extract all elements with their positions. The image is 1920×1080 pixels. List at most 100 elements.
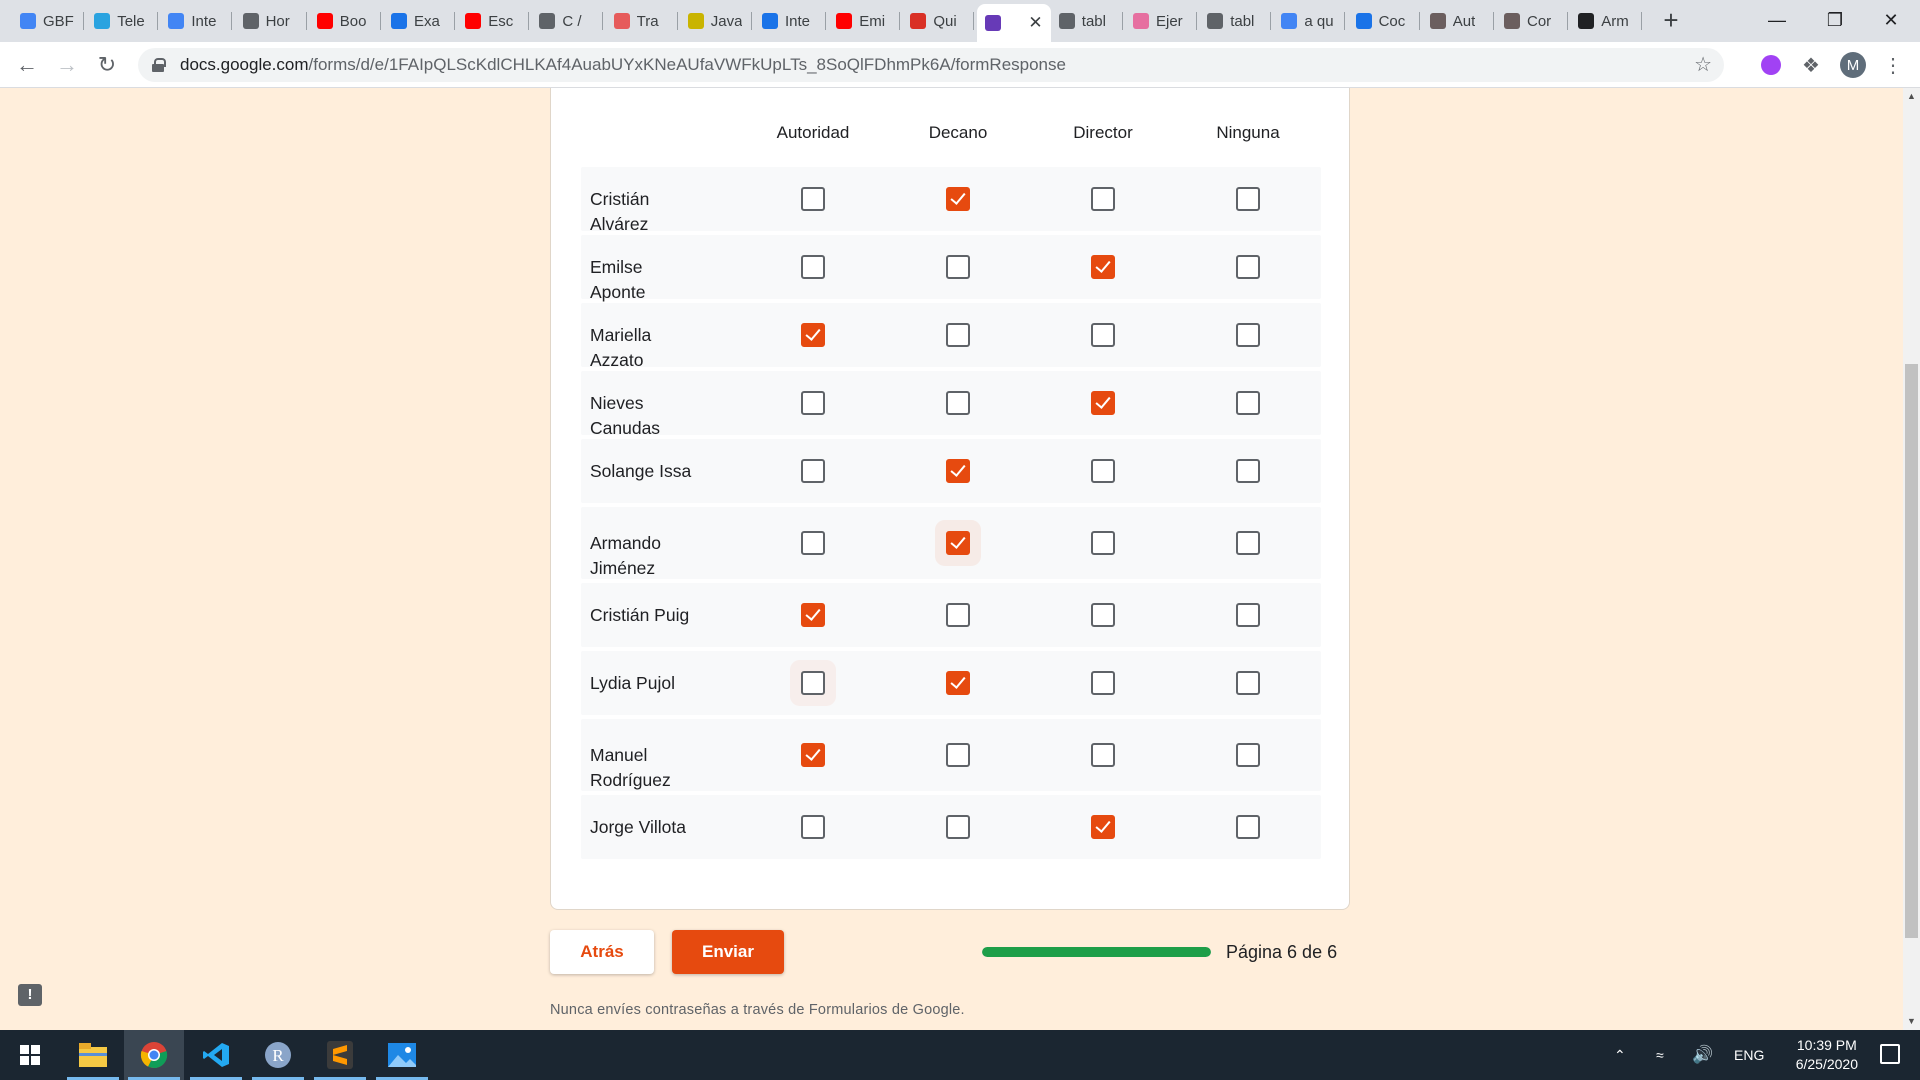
grid-checkbox[interactable] <box>801 815 825 839</box>
grid-checkbox[interactable] <box>946 255 970 279</box>
browser-tab[interactable]: Tele <box>86 6 159 36</box>
tray-overflow-chevron-icon[interactable]: ⌃ <box>1614 1030 1626 1080</box>
scroll-thumb[interactable] <box>1905 364 1918 938</box>
bookmark-star-icon[interactable]: ☆ <box>1694 52 1712 77</box>
profile-avatar[interactable]: M <box>1838 50 1868 80</box>
grid-checkbox[interactable] <box>1091 815 1115 839</box>
browser-tab[interactable]: C / <box>531 6 604 36</box>
grid-checkbox[interactable] <box>946 187 970 211</box>
grid-checkbox[interactable] <box>801 391 825 415</box>
close-window-button[interactable]: ✕ <box>1862 0 1920 40</box>
grid-checkbox[interactable] <box>801 187 825 211</box>
browser-tab-title: Ejer <box>1156 12 1183 30</box>
grid-checkbox[interactable] <box>946 459 970 483</box>
grid-checkbox[interactable] <box>801 603 825 627</box>
windows-start-icon[interactable] <box>0 1030 60 1080</box>
language-indicator[interactable]: ENG <box>1734 1030 1764 1080</box>
browser-tab[interactable]: Ejer <box>1125 6 1197 36</box>
back-button[interactable]: Atrás <box>550 930 654 974</box>
scroll-down-arrow-icon[interactable]: ▼ <box>1903 1013 1920 1030</box>
grid-checkbox[interactable] <box>1236 323 1260 347</box>
system-clock[interactable]: 10:39 PM 6/25/2020 <box>1796 1036 1858 1074</box>
grid-checkbox[interactable] <box>1236 603 1260 627</box>
browser-tab[interactable]: Qui <box>902 6 975 36</box>
grid-checkbox[interactable] <box>1236 255 1260 279</box>
grid-checkbox[interactable] <box>801 743 825 767</box>
grid-checkbox[interactable] <box>1091 671 1115 695</box>
grid-checkbox[interactable] <box>1091 459 1115 483</box>
grid-checkbox[interactable] <box>1236 671 1260 695</box>
browser-tab[interactable]: Tra <box>606 6 678 36</box>
grid-checkbox[interactable] <box>1236 743 1260 767</box>
grid-checkbox[interactable] <box>1236 391 1260 415</box>
page-indicator: Página 6 de 6 <box>1226 942 1338 962</box>
grid-checkbox[interactable] <box>801 459 825 483</box>
browser-tab[interactable]: Hor <box>235 6 307 36</box>
browser-tab[interactable]: Cor <box>1496 6 1568 36</box>
browser-tab[interactable]: GBF <box>12 6 84 36</box>
report-feedback-icon[interactable]: ! <box>18 984 42 1006</box>
back-arrow-icon[interactable]: ← <box>12 50 42 80</box>
grid-checkbox[interactable] <box>1091 743 1115 767</box>
vscode-icon[interactable] <box>186 1030 246 1080</box>
browser-tab[interactable]: a qu <box>1273 6 1346 36</box>
grid-checkbox[interactable] <box>1091 323 1115 347</box>
submit-button[interactable]: Enviar <box>672 930 784 974</box>
browser-tab[interactable]: Aut <box>1422 6 1494 36</box>
browser-tab[interactable]: Coc <box>1348 6 1420 36</box>
grid-checkbox[interactable] <box>946 391 970 415</box>
minimize-button[interactable]: — <box>1748 0 1806 40</box>
grid-checkbox[interactable] <box>1091 187 1115 211</box>
grid-checkbox[interactable] <box>946 815 970 839</box>
grid-checkbox[interactable] <box>1236 187 1260 211</box>
grid-checkbox[interactable] <box>1091 391 1115 415</box>
browser-tab[interactable]: Inte <box>754 6 826 36</box>
forward-arrow-icon[interactable]: → <box>52 50 82 80</box>
photos-icon[interactable] <box>372 1030 432 1080</box>
chrome-icon[interactable] <box>124 1030 184 1080</box>
browser-tab[interactable]: tabl <box>1051 6 1123 36</box>
file-explorer-icon[interactable] <box>63 1030 123 1080</box>
grid-checkbox[interactable] <box>1236 459 1260 483</box>
address-bar[interactable]: docs.google.com/forms/d/e/1FAIpQLScKdlCH… <box>138 48 1724 82</box>
grid-checkbox[interactable] <box>1091 531 1115 555</box>
new-tab-button[interactable]: + <box>1656 6 1686 36</box>
browser-tab[interactable]: Java <box>680 6 752 36</box>
grid-checkbox[interactable] <box>1236 531 1260 555</box>
extension-purple-icon[interactable] <box>1756 50 1786 80</box>
page-scrollbar[interactable]: ▲ ▼ <box>1903 88 1920 1030</box>
scroll-up-arrow-icon[interactable]: ▲ <box>1903 88 1920 105</box>
grid-checkbox[interactable] <box>946 671 970 695</box>
browser-tab[interactable]: Boo <box>309 6 381 36</box>
grid-checkbox[interactable] <box>801 255 825 279</box>
browser-tab[interactable]: tabl <box>1199 6 1272 36</box>
extensions-puzzle-icon[interactable]: ❖ <box>1796 50 1826 80</box>
browser-tab[interactable]: Exa <box>383 6 455 36</box>
browser-tab[interactable]: ✕ <box>976 4 1051 42</box>
browser-tab[interactable]: Esc <box>457 6 530 36</box>
close-tab-icon[interactable]: ✕ <box>1028 13 1042 33</box>
grid-checkbox[interactable] <box>946 743 970 767</box>
browser-tab[interactable]: Emi <box>828 6 901 36</box>
grid-checkbox[interactable] <box>1091 603 1115 627</box>
browser-tab[interactable]: Arm <box>1570 6 1643 36</box>
grid-checkbox[interactable] <box>946 603 970 627</box>
grid-checkbox[interactable] <box>801 323 825 347</box>
restore-button[interactable]: ❐ <box>1806 0 1864 40</box>
lock-icon[interactable] <box>152 58 166 72</box>
grid-checkbox[interactable] <box>801 671 825 695</box>
browser-tab[interactable]: Inte <box>160 6 233 36</box>
browser-menu-icon[interactable]: ⋮ <box>1878 50 1908 80</box>
network-wifi-icon[interactable]: ≈ <box>1656 1030 1664 1080</box>
url-text[interactable]: docs.google.com/forms/d/e/1FAIpQLScKdlCH… <box>180 55 1066 75</box>
grid-checkbox[interactable] <box>801 531 825 555</box>
notifications-icon[interactable] <box>1880 1044 1900 1064</box>
r-icon[interactable]: R <box>248 1030 308 1080</box>
sublime-icon[interactable] <box>310 1030 370 1080</box>
volume-icon[interactable]: 🔊 <box>1692 1030 1713 1080</box>
reload-icon[interactable]: ↻ <box>92 50 122 80</box>
grid-checkbox[interactable] <box>946 531 970 555</box>
grid-checkbox[interactable] <box>1236 815 1260 839</box>
grid-checkbox[interactable] <box>946 323 970 347</box>
grid-checkbox[interactable] <box>1091 255 1115 279</box>
